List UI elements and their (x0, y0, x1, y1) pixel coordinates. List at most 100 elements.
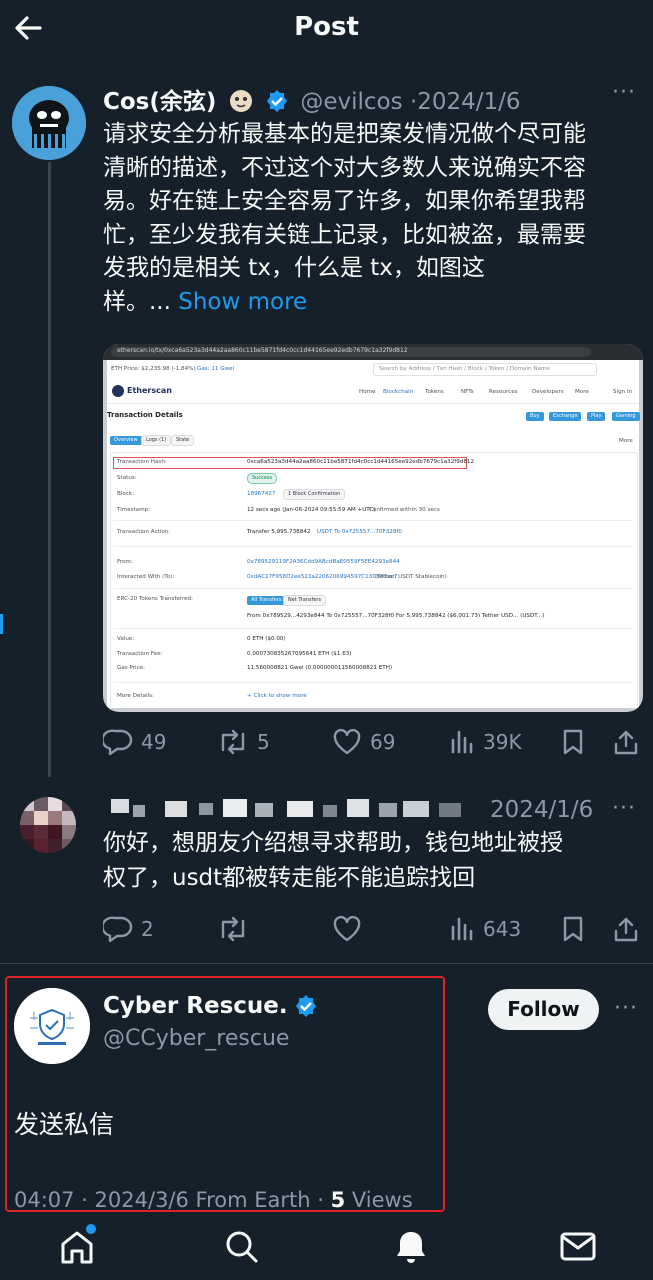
more-options-icon[interactable]: ··· (612, 796, 636, 821)
post-date[interactable]: 2024/1/6 (490, 797, 593, 823)
repost-button[interactable]: 5 (217, 728, 270, 756)
tab-state: State (171, 435, 195, 446)
details-card (110, 452, 638, 712)
reply-count: 2 (141, 917, 154, 941)
avatar[interactable] (12, 86, 86, 160)
more-dropdown: More (619, 438, 633, 444)
divider (113, 628, 633, 629)
divider (113, 520, 633, 521)
search-icon[interactable] (223, 1228, 261, 1266)
redacted-username (103, 797, 483, 821)
page-button: Buy (526, 412, 544, 421)
etherscan-logo-icon (112, 385, 124, 397)
tx-action-target: USDT To 0x725557...70F328f0 (317, 529, 402, 535)
like-button[interactable]: 69 (332, 728, 395, 756)
tweet-text: 发送私信 (14, 1110, 115, 1139)
repost-icon (221, 729, 245, 755)
tweet-line: 样。... Show more (103, 286, 643, 320)
tx-action: Transfer 5,995.738842 (247, 529, 311, 535)
row-label: Transaction Fee: (117, 651, 163, 657)
reply-button[interactable]: 49 (103, 728, 166, 756)
bookmark-icon (563, 729, 583, 755)
thread-connector (48, 162, 51, 777)
repost-button[interactable] (217, 915, 257, 943)
views-count: 5 (330, 1188, 346, 1212)
nav-item: NFTs (461, 389, 474, 395)
net-transfers-tab: Net Transfers (283, 595, 327, 606)
avatar-blurred[interactable] (20, 797, 76, 853)
attached-image[interactable]: etherscan.io/tx/0xca6a523a3d44a2aa860c11… (103, 344, 643, 712)
tab-logs: Logs (1) (141, 435, 172, 446)
row-label: Transaction Hash: (117, 459, 167, 465)
tweet-header: Cos(余弦) @evilcos ·2024/1/6 (103, 82, 521, 115)
confirm-time: Confirmed within 30 secs (369, 507, 440, 513)
url-text: etherscan.io/tx/0xca6a523a3d44a2aa860c11… (117, 347, 408, 354)
post-timestamp[interactable]: 04:07 · 2024/3/6 From Earth · (14, 1188, 331, 1212)
block-number: 18967427 (247, 491, 276, 497)
bookmark-button[interactable] (561, 728, 593, 756)
notifications-bell-icon[interactable] (392, 1228, 430, 1266)
top-bar: Post (0, 0, 653, 56)
messages-envelope-icon[interactable] (559, 1230, 597, 1264)
nav-item: Home (359, 389, 376, 395)
post-meta: 04:07 · 2024/3/6 From Earth · 5 Views (14, 1188, 413, 1212)
page-button: Exchange (549, 412, 582, 421)
divider (113, 546, 633, 547)
views-button[interactable]: 643 (449, 915, 521, 943)
row-label: Status: (117, 475, 137, 481)
heart-icon (333, 728, 361, 755)
row-label: From: (117, 559, 133, 565)
transaction-fee: 0.000730835267095641 ETH ($1.63) (247, 651, 352, 657)
tx-hash: 0xca6a523a3d44a2aa860c11be5871fd4c0cc1d4… (247, 459, 475, 465)
bookmark-button[interactable] (561, 915, 593, 943)
tweet-line: 发我的是相关 tx，什么是 tx，如图这 (103, 255, 485, 281)
more-options-icon[interactable]: ··· (612, 80, 636, 105)
like-count: 69 (370, 730, 396, 754)
row-label: Timestamp: (117, 507, 151, 513)
like-button[interactable] (332, 915, 370, 943)
row-label: Interacted With (To): (117, 574, 175, 580)
share-button[interactable] (613, 728, 647, 756)
handle[interactable]: @evilcos (300, 89, 402, 115)
views-button[interactable]: 39K (449, 728, 522, 756)
share-button[interactable] (613, 915, 647, 943)
follow-button[interactable]: Follow (488, 989, 599, 1030)
verified-badge-icon (294, 994, 318, 1018)
nav-item: Blockchain (383, 389, 414, 395)
gas-price-value: 11.560008821 Gwei (0.000000011560008821 … (247, 665, 393, 671)
reply-count: 49 (141, 730, 167, 754)
handle[interactable]: @CCyber_rescue (103, 1026, 289, 1051)
page-button: Play (587, 412, 606, 421)
bookmark-icon (563, 916, 583, 942)
repost-icon (221, 916, 245, 942)
share-icon (614, 730, 638, 755)
notification-dot (86, 1224, 96, 1234)
show-more-link[interactable]: Show more (178, 289, 307, 315)
display-name[interactable]: Cyber Rescue. (103, 993, 318, 1019)
nav-item: Resources (489, 389, 518, 395)
reply-button[interactable]: 2 (103, 915, 154, 943)
status-badge: Success (247, 473, 278, 484)
bottom-navigation (0, 1212, 653, 1280)
tweet-line: 权了，usdt都被转走能不能追踪找回 (103, 865, 476, 891)
display-name[interactable]: Cos(余弦) (103, 89, 216, 115)
tweet-line-end: 样。... (103, 288, 179, 315)
avatar[interactable] (14, 988, 90, 1064)
tweet-line: 你好，想朋友介绍想寻求帮助，钱包地址被授 (103, 830, 563, 856)
reply-icon (103, 729, 133, 756)
nav-item: Developers (532, 389, 564, 395)
value: 0 ETH ($0.00) (247, 636, 286, 642)
more-options-icon[interactable]: ··· (614, 996, 638, 1021)
page-title: Post (294, 12, 359, 42)
tweet-line: 清晰的描述，不过这个对大多数人来说确实不容 (103, 154, 586, 181)
heart-icon (333, 915, 361, 942)
verified-badge-icon (265, 89, 289, 113)
emoji-avatar-icon (228, 87, 254, 113)
tab-overview: Overview (110, 436, 142, 445)
repost-count: 5 (257, 730, 270, 754)
all-transfers-tab: All Transfers (247, 596, 286, 605)
divider (113, 588, 633, 589)
views-icon (451, 730, 473, 754)
post-date[interactable]: ·2024/1/6 (410, 89, 521, 115)
logo-text: Etherscan (127, 386, 172, 395)
